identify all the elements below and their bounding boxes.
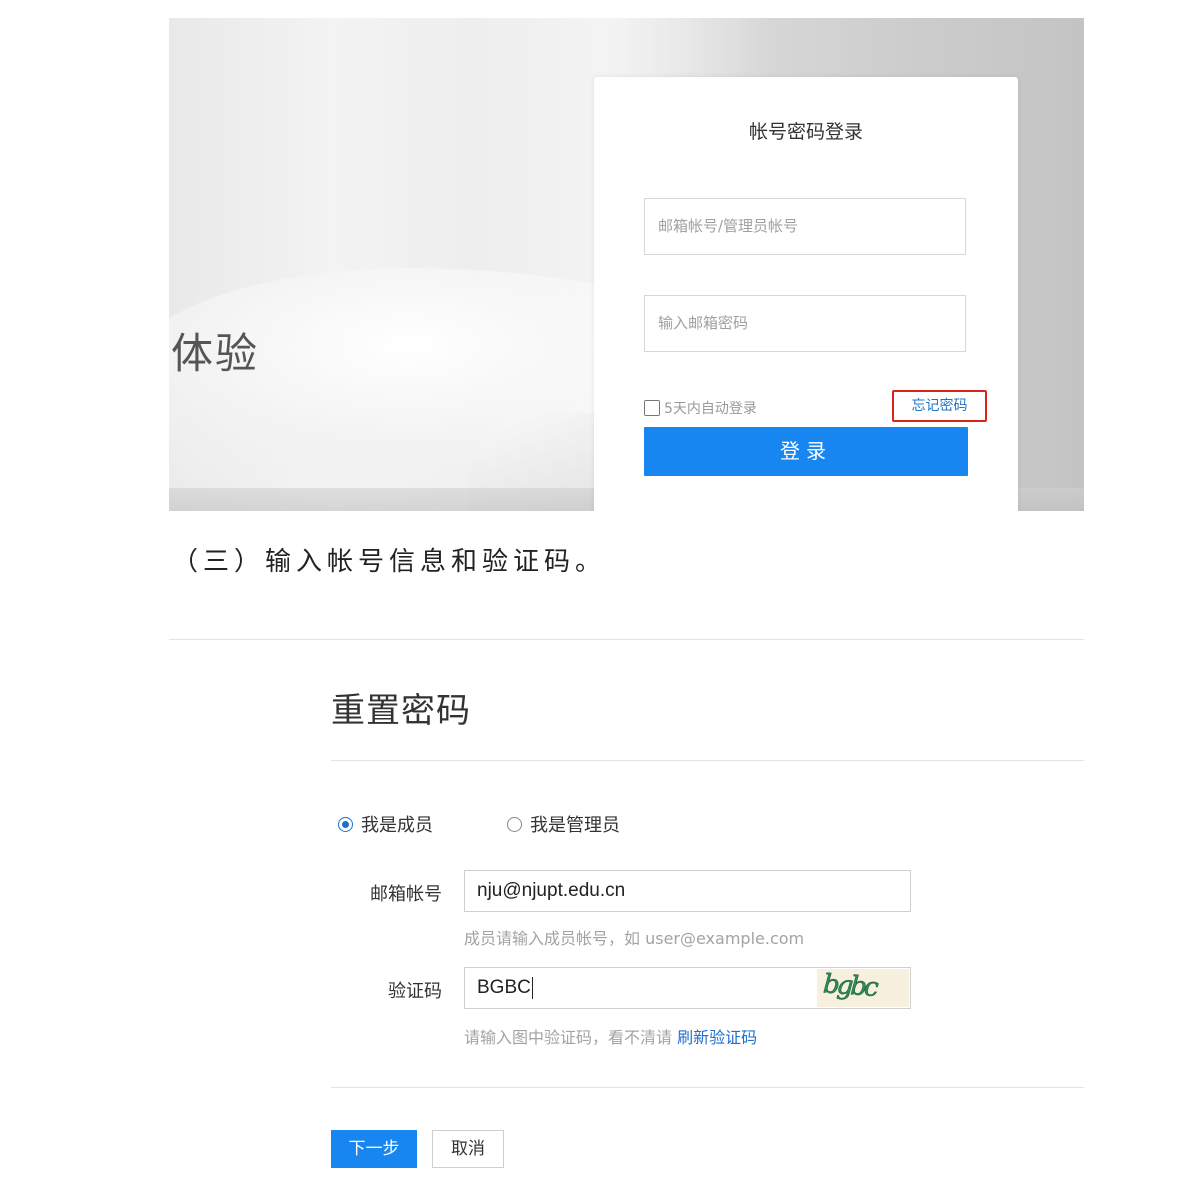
step-caption: （三）输入帐号信息和验证码。 bbox=[172, 547, 607, 577]
form-divider bbox=[331, 1087, 1084, 1088]
admin-radio[interactable] bbox=[507, 816, 522, 832]
top-divider bbox=[169, 639, 1084, 640]
username-input[interactable]: 邮箱帐号/管理员帐号 bbox=[644, 198, 966, 255]
password-input[interactable]: 输入邮箱密码 bbox=[644, 295, 966, 352]
email-hint: 成员请输入成员帐号，如 user@example.com bbox=[464, 929, 805, 948]
forgot-password-link[interactable]: 忘记密码 bbox=[892, 390, 987, 422]
next-step-button[interactable]: 下一步 bbox=[331, 1130, 417, 1168]
remember-login[interactable]: 5天内自动登录 bbox=[644, 398, 757, 418]
login-screenshot: 体验 帐号密码登录 邮箱帐号/管理员帐号 输入邮箱密码 5天内自动登录 忘记密码… bbox=[169, 18, 1084, 511]
captcha-field[interactable]: BGBC bgbc bbox=[464, 967, 911, 1009]
login-card: 帐号密码登录 邮箱帐号/管理员帐号 输入邮箱密码 5天内自动登录 忘记密码 登录 bbox=[594, 77, 1018, 511]
remember-label: 5天内自动登录 bbox=[664, 401, 757, 417]
refresh-captcha-link[interactable]: 刷新验证码 bbox=[677, 1028, 757, 1047]
cancel-button[interactable]: 取消 bbox=[432, 1130, 504, 1168]
login-card-title: 帐号密码登录 bbox=[748, 121, 863, 143]
captcha-image-text: bgbc bbox=[822, 969, 880, 1003]
captcha-hint-text: 请输入图中验证码，看不清请 bbox=[464, 1028, 673, 1047]
captcha-field-value: BGBC bbox=[477, 977, 531, 998]
login-button[interactable]: 登录 bbox=[644, 427, 968, 476]
email-label: 邮箱帐号 bbox=[370, 884, 442, 905]
hero-text: 体验 bbox=[171, 329, 260, 378]
title-divider bbox=[331, 760, 1084, 761]
role-admin-option[interactable]: 我是管理员 bbox=[507, 811, 620, 837]
captcha-image[interactable]: bgbc bbox=[817, 969, 909, 1007]
email-field-value: nju@njupt.edu.cn bbox=[477, 880, 626, 901]
email-field[interactable]: nju@njupt.edu.cn bbox=[464, 870, 911, 912]
member-radio[interactable] bbox=[338, 816, 353, 832]
role-member-option[interactable]: 我是成员 bbox=[338, 811, 433, 837]
page-title: 重置密码 bbox=[331, 691, 471, 731]
admin-radio-label: 我是管理员 bbox=[530, 815, 620, 836]
captcha-hint: 请输入图中验证码，看不清请 刷新验证码 bbox=[464, 1024, 757, 1048]
member-radio-label: 我是成员 bbox=[361, 815, 433, 836]
captcha-label: 验证码 bbox=[388, 981, 442, 1002]
captcha-image-graphic: bgbc bbox=[822, 969, 880, 1003]
remember-checkbox[interactable] bbox=[644, 400, 660, 416]
text-caret bbox=[531, 976, 533, 999]
